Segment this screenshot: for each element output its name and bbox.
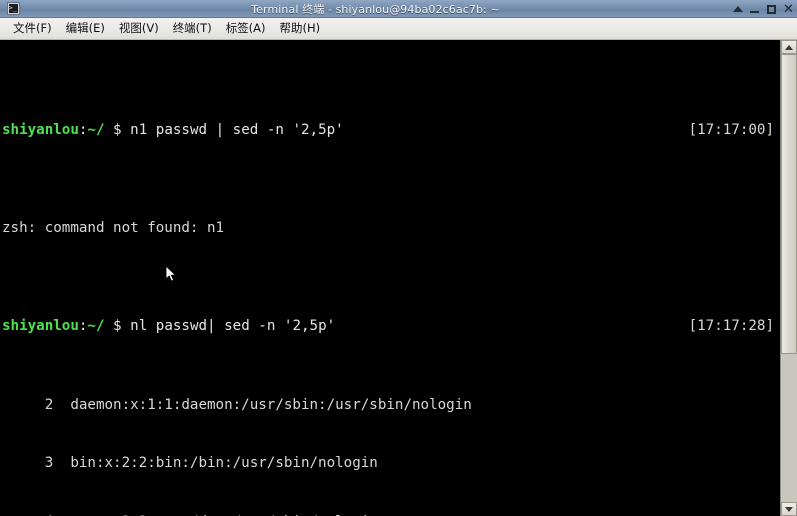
terminal-timestamp: [17:17:00] bbox=[688, 122, 774, 139]
prompt-path: ~/ bbox=[87, 318, 105, 335]
scrollbar-thumb[interactable] bbox=[781, 54, 797, 354]
terminal-command: n1 passwd | sed -n '2,5p' bbox=[121, 122, 344, 139]
terminal-line-prompt: shiyanlou:~/ $ n1 passwd | sed -n '2,5p'… bbox=[2, 121, 780, 141]
prompt-symbol: $ bbox=[104, 122, 122, 139]
chevron-down-icon bbox=[785, 506, 793, 512]
chevron-up-icon bbox=[785, 44, 793, 50]
mouse-cursor-icon bbox=[166, 266, 177, 282]
terminal-line-output: 2 daemon:x:1:1:daemon:/usr/sbin:/usr/sbi… bbox=[2, 396, 780, 416]
prompt-path: ~/ bbox=[87, 122, 105, 139]
terminal-output-text: 2 daemon:x:1:1:daemon:/usr/sbin:/usr/sbi… bbox=[2, 396, 472, 413]
app-icon-container[interactable] bbox=[0, 2, 24, 15]
window-title: Terminal 终端 - shiyanlou@94ba02c6ac7b: ~ bbox=[251, 2, 500, 16]
menu-item-tabs[interactable]: 标签(A) bbox=[219, 18, 273, 39]
terminal-line-output: zsh: command not found: n1 bbox=[2, 219, 780, 239]
menu-item-terminal[interactable]: 终端(T) bbox=[166, 18, 219, 39]
terminal-icon bbox=[6, 2, 20, 15]
prompt-symbol: $ bbox=[104, 318, 122, 335]
window-controls: ✕ bbox=[732, 0, 794, 18]
terminal-output-text: zsh: command not found: n1 bbox=[2, 220, 225, 237]
menu-item-help[interactable]: 帮助(H) bbox=[273, 18, 328, 39]
menu-item-file[interactable]: 文件(F) bbox=[6, 18, 59, 39]
minimize-window-button[interactable] bbox=[749, 3, 760, 16]
terminal-timestamp: [17:17:28] bbox=[688, 318, 774, 335]
scrollbar-track[interactable] bbox=[781, 54, 797, 502]
maximize-window-button[interactable] bbox=[766, 3, 777, 16]
title-bar[interactable]: Terminal 终端 - shiyanlou@94ba02c6ac7b: ~ … bbox=[0, 0, 797, 18]
scroll-up-button[interactable] bbox=[781, 40, 797, 54]
shade-window-button[interactable] bbox=[732, 3, 743, 16]
close-window-button[interactable]: ✕ bbox=[783, 3, 794, 16]
terminal-line-prompt: shiyanlou:~/ $ nl passwd| sed -n '2,5p'[… bbox=[2, 317, 780, 337]
scroll-down-button[interactable] bbox=[781, 502, 797, 516]
menu-item-edit[interactable]: 编辑(E) bbox=[59, 18, 112, 39]
terminal-window: Terminal 终端 - shiyanlou@94ba02c6ac7b: ~ … bbox=[0, 0, 797, 516]
terminal-line-output: 3 bin:x:2:2:bin:/bin:/usr/sbin/nologin bbox=[2, 454, 780, 474]
prompt-user: shiyanlou bbox=[2, 318, 79, 335]
terminal-output-text: 3 bin:x:2:2:bin:/bin:/usr/sbin/nologin bbox=[2, 455, 378, 472]
terminal-output[interactable]: shiyanlou:~/ $ n1 passwd | sed -n '2,5p'… bbox=[0, 40, 780, 516]
terminal-body: shiyanlou:~/ $ n1 passwd | sed -n '2,5p'… bbox=[0, 40, 797, 516]
prompt-user: shiyanlou bbox=[2, 122, 79, 139]
terminal-command: nl passwd| sed -n '2,5p' bbox=[121, 318, 336, 335]
vertical-scrollbar[interactable] bbox=[780, 40, 797, 516]
menu-item-view[interactable]: 视图(V) bbox=[112, 18, 166, 39]
menu-bar: 文件(F) 编辑(E) 视图(V) 终端(T) 标签(A) 帮助(H) bbox=[0, 18, 797, 40]
